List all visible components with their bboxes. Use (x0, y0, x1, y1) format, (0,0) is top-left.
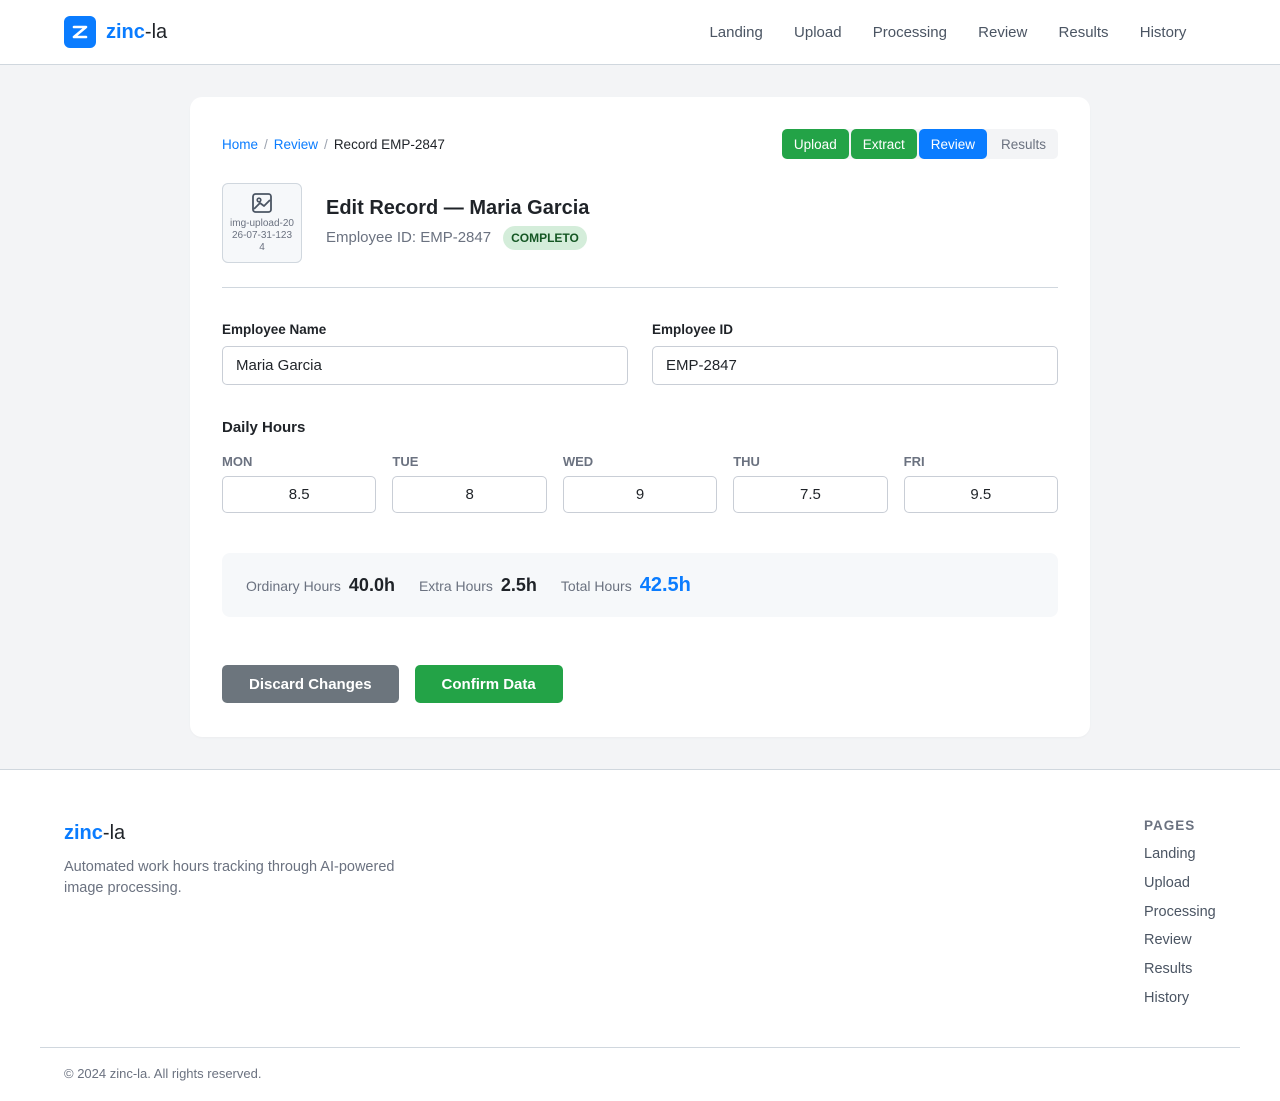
total-hours-summary: Total Hours 42.5h (561, 574, 691, 597)
step-extract[interactable]: Extract (850, 129, 917, 159)
logo-icon (64, 16, 96, 48)
hours-input-wed[interactable] (562, 476, 718, 513)
discard-changes-button[interactable]: Discard Changes (222, 665, 399, 703)
breadcrumb-home-link[interactable]: Home (222, 137, 258, 152)
footer-link-upload[interactable]: Upload (1144, 875, 1216, 891)
employee-id-group: Employee ID (652, 322, 1058, 385)
footer-pages-heading: PAGES (1144, 818, 1196, 833)
hours-input-fri[interactable] (903, 476, 1059, 513)
nav-link-review[interactable]: Review (963, 24, 1043, 41)
brand[interactable]: zinc-la (64, 16, 167, 48)
nav-link-results[interactable]: Results (1043, 24, 1124, 41)
footer-copyright: © 2024 zinc-la. All rights reserved. (40, 1047, 1240, 1081)
breadcrumb-separator: / (324, 136, 328, 152)
footer-pages: PAGES Landing Upload Processing Review R… (1144, 818, 1216, 1047)
breadcrumb-review-link[interactable]: Review (274, 137, 318, 152)
page-title: Edit Record — Maria Garcia (326, 196, 590, 219)
employee-id-input[interactable] (652, 346, 1058, 385)
top-nav: Landing Upload Processing Review Results… (694, 24, 1202, 41)
employee-id-text: Employee ID: EMP-2847 (326, 229, 492, 246)
day-wed: WED (562, 454, 718, 513)
footer-link-review[interactable]: Review (1144, 932, 1216, 948)
footer-brand-accent: zinc (64, 822, 103, 844)
extra-hours-value: 2.5h (500, 574, 537, 595)
record-header: img-upload-2026-07-31-1234 Edit Record —… (222, 183, 1058, 288)
extra-hours-summary: Extra Hours 2.5h (419, 575, 537, 596)
footer-link-history[interactable]: History (1144, 990, 1216, 1006)
total-hours-label: Total Hours (560, 577, 632, 594)
record-title-block: Edit Record — Maria Garcia Employee ID: … (326, 197, 589, 250)
employee-name-input[interactable] (222, 346, 628, 385)
footer-top: zinc-la Automated work hours tracking th… (0, 770, 1280, 1047)
step-upload[interactable]: Upload (781, 129, 849, 159)
hours-input-mon[interactable] (222, 476, 377, 513)
brand-name-accent: zinc (106, 20, 145, 43)
breadcrumb-separator: / (264, 136, 268, 152)
total-hours-value: 42.5h (639, 573, 691, 596)
ordinary-hours-label: Ordinary Hours (246, 577, 341, 594)
footer-brand-rest: -la (102, 822, 126, 844)
footer-brand-block: zinc-la Automated work hours tracking th… (64, 822, 404, 1047)
footer-link-results[interactable]: Results (1144, 961, 1216, 977)
nav-link-history[interactable]: History (1124, 24, 1202, 41)
day-label: MON (222, 454, 253, 469)
employee-name-group: Employee Name (222, 322, 628, 385)
footer-description: Automated work hours tracking through AI… (64, 859, 395, 896)
site-footer: zinc-la Automated work hours tracking th… (0, 769, 1280, 1101)
form-actions: Discard Changes Confirm Data (222, 665, 1058, 703)
step-results[interactable]: Results (988, 129, 1058, 159)
footer-link-processing[interactable]: Processing (1144, 904, 1216, 920)
nav-link-processing[interactable]: Processing (857, 24, 962, 41)
day-tue: TUE (392, 454, 547, 513)
employee-name-label: Employee Name (222, 322, 327, 337)
nav-link-landing[interactable]: Landing (694, 24, 779, 41)
footer-brand[interactable]: zinc-la (64, 822, 404, 845)
ordinary-hours-value: 40.0h (348, 574, 395, 595)
top-header: zinc-la Landing Upload Processing Review… (0, 0, 1280, 65)
thumbnail-caption: img-upload-2026-07-31-1234 (230, 218, 294, 253)
day-label: FRI (903, 454, 925, 469)
day-label: THU (733, 454, 760, 469)
brand-name-rest: -la (144, 20, 168, 43)
image-icon (252, 193, 272, 213)
workflow-steps: Upload Extract Review Results (781, 129, 1058, 159)
card-top-bar: Home / Review / Record EMP-2847 Upload E… (222, 129, 1058, 159)
footer-link-landing[interactable]: Landing (1144, 846, 1216, 862)
breadcrumb: Home / Review / Record EMP-2847 (222, 137, 445, 152)
day-fri: FRI (903, 454, 1059, 513)
extra-hours-label: Extra Hours (418, 577, 493, 594)
day-label: WED (562, 454, 594, 469)
source-image-thumbnail[interactable]: img-upload-2026-07-31-1234 (222, 183, 302, 263)
step-review[interactable]: Review (918, 129, 987, 159)
hours-input-thu[interactable] (733, 476, 888, 513)
day-label: TUE (392, 454, 419, 469)
employee-id-label: Employee ID (652, 322, 734, 337)
confirm-data-button[interactable]: Confirm Data (414, 665, 563, 703)
employee-fields: Employee Name Employee ID (222, 322, 1058, 385)
hours-input-tue[interactable] (392, 476, 547, 513)
daily-hours-title: Daily Hours (222, 419, 306, 436)
day-mon: MON (222, 454, 377, 513)
status-badge: COMPLETO (503, 225, 587, 250)
nav-link-upload[interactable]: Upload (778, 24, 857, 41)
brand-name: zinc-la (106, 21, 167, 44)
daily-hours-grid: MON TUE WED THU FRI (222, 454, 1059, 513)
hours-summary: Ordinary Hours 40.0h Extra Hours 2.5h To… (222, 553, 1058, 617)
day-thu: THU (733, 454, 888, 513)
main-content: Home / Review / Record EMP-2847 Upload E… (0, 65, 1280, 769)
record-subtitle: Employee ID: EMP-2847 COMPLETO (326, 225, 589, 250)
ordinary-hours-summary: Ordinary Hours 40.0h (246, 575, 395, 596)
edit-record-card: Home / Review / Record EMP-2847 Upload E… (190, 97, 1090, 737)
breadcrumb-current: Record EMP-2847 (333, 136, 445, 152)
